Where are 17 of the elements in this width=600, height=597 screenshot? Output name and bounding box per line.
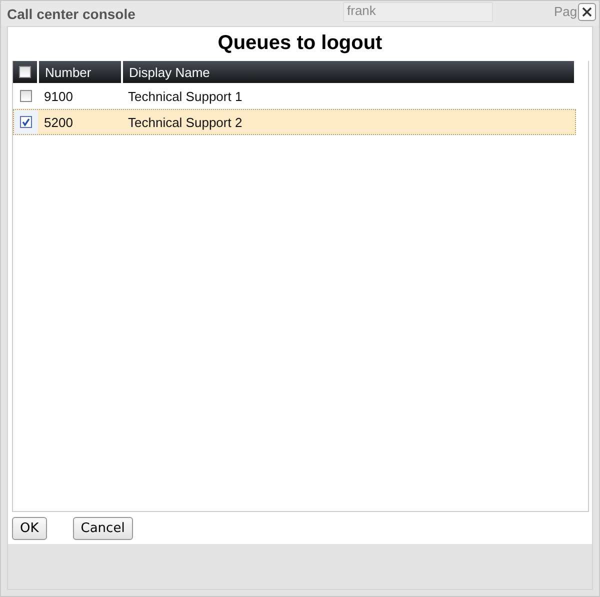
column-header[interactable]: Display Name <box>123 61 576 83</box>
table-cell: Technical Support 2 <box>128 114 242 130</box>
dialog-heading: Queues to logout <box>216 31 384 56</box>
row-checkbox[interactable] <box>20 116 32 128</box>
table-row[interactable]: 5200 Technical Support 2 <box>13 109 576 135</box>
select-all-checkbox[interactable] <box>19 66 31 78</box>
table-row[interactable]: 9100 Technical Support 1 <box>13 83 576 109</box>
close-button[interactable] <box>578 3 596 21</box>
table-cell: Technical Support 1 <box>128 88 242 104</box>
table-cell: 5200 <box>44 114 73 130</box>
row-checkbox[interactable] <box>20 90 32 102</box>
cancel-button[interactable]: Cancel <box>72 517 133 540</box>
close-icon <box>582 7 592 17</box>
table-cell: 9100 <box>44 88 73 104</box>
column-header[interactable]: Number <box>39 61 123 83</box>
ok-button[interactable]: OK <box>12 517 47 540</box>
window-title: Call center console <box>7 6 136 22</box>
